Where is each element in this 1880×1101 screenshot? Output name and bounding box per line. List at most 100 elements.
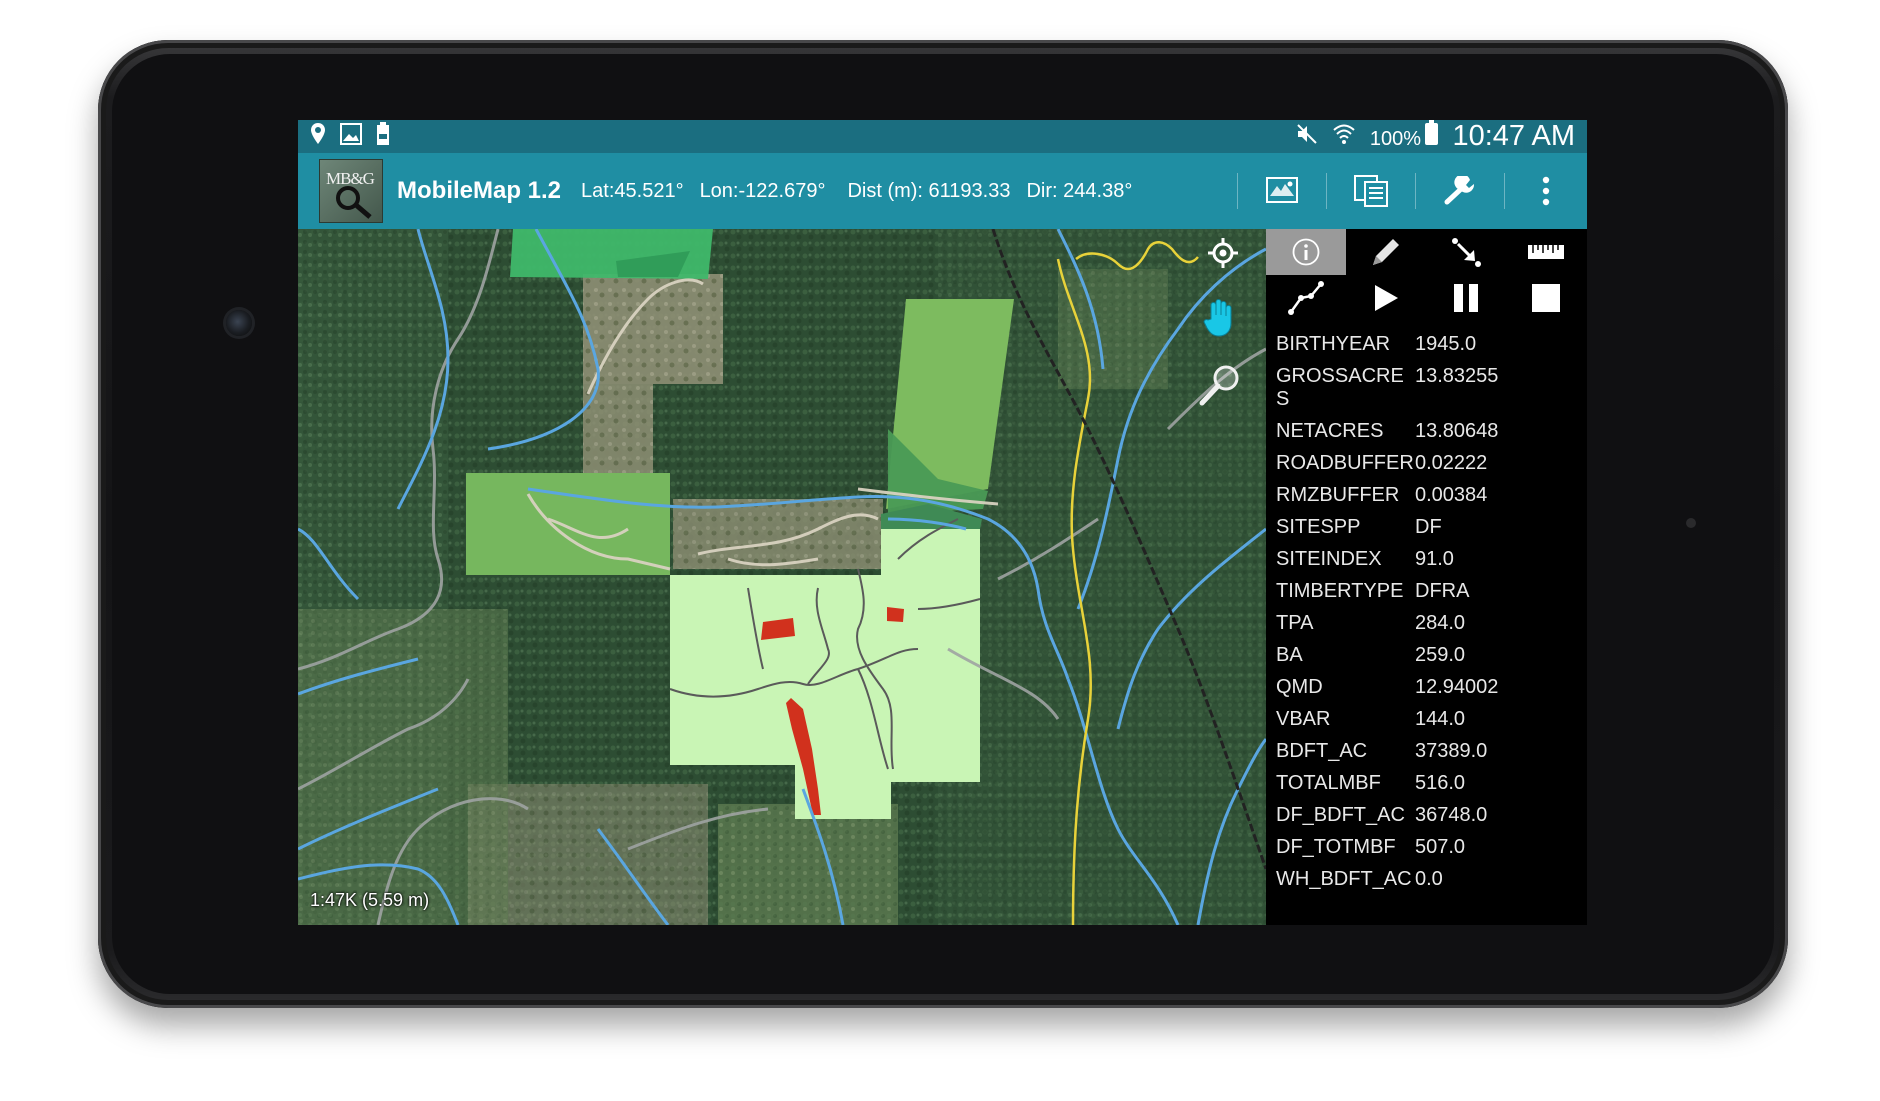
overflow-menu-button[interactable]	[1505, 153, 1587, 229]
status-time: 10:47 AM	[1452, 120, 1575, 152]
polyline-icon	[1288, 281, 1324, 315]
proximity-sensor	[1686, 518, 1696, 528]
attribute-key: SITEINDEX	[1276, 548, 1382, 570]
attribute-key: SITESPP	[1276, 516, 1361, 538]
attribute-row: GROSSACRES 13.83255	[1276, 365, 1587, 411]
distance-readout: Dist (m): 61193.33	[847, 179, 1011, 202]
map-layers-button[interactable]	[1238, 153, 1326, 229]
edit-button[interactable]	[1346, 229, 1426, 275]
longitude-readout: Lon:-122.679°	[699, 179, 826, 202]
attribute-key: BIRTHYEAR	[1276, 333, 1391, 355]
app-logo[interactable]: MB&G	[319, 159, 383, 223]
attribute-value: 12.94002	[1415, 676, 1499, 698]
aerial-imagery	[298, 229, 1266, 925]
pencil-icon	[1373, 239, 1399, 265]
attribute-key: TPA	[1276, 612, 1314, 634]
stop-button[interactable]	[1506, 275, 1586, 321]
attribute-value: 13.83255	[1415, 365, 1499, 387]
gps-target-button[interactable]	[1205, 235, 1241, 271]
attribute-value: 259.0	[1415, 644, 1466, 666]
pause-button[interactable]	[1426, 275, 1506, 321]
status-bar: 100% 10:47 AM	[298, 120, 1587, 153]
pause-icon	[1454, 284, 1478, 312]
play-button[interactable]	[1346, 275, 1426, 321]
attribute-value: 0.00384	[1415, 484, 1488, 506]
overflow-menu-icon	[1542, 176, 1550, 206]
panel-toolbar	[1266, 229, 1587, 321]
arrow-point-icon	[1452, 238, 1481, 267]
attribute-value: DFRA	[1415, 580, 1470, 602]
attribute-key: DF_TOTMBF	[1276, 836, 1396, 858]
attribute-value: DF	[1415, 516, 1442, 538]
attribute-row: SITESPP DF	[1276, 516, 1587, 539]
wrench-icon	[1444, 176, 1475, 205]
attribute-key: TOTALMBF	[1276, 772, 1381, 794]
ruler-icon	[1528, 245, 1564, 259]
latitude-readout: Lat:45.521°	[581, 179, 684, 202]
attribute-key: QMD	[1276, 676, 1323, 698]
play-icon	[1375, 285, 1398, 311]
add-point-button[interactable]	[1426, 229, 1506, 275]
info-icon	[1292, 238, 1320, 266]
attribute-value: 37389.0	[1415, 740, 1488, 762]
tablet-screen: 100% 10:47 AM MB&G MobileMap 1.2 Lat:45.…	[298, 120, 1587, 925]
identify-tool-button[interactable]	[1196, 361, 1244, 409]
attribute-row: BA 259.0	[1276, 644, 1587, 667]
pan-tool-button[interactable]	[1198, 295, 1242, 339]
attribute-row: BIRTHYEAR 1945.0	[1276, 333, 1587, 356]
attribute-value: 91.0	[1415, 548, 1454, 570]
attribute-key: ROADBUFFER	[1276, 452, 1414, 474]
mute-icon	[1296, 123, 1318, 150]
attribute-value: 284.0	[1415, 612, 1466, 634]
info-button[interactable]	[1266, 229, 1346, 275]
direction-readout: Dir: 244.38°	[1026, 179, 1133, 202]
attribute-key: RMZBUFFER	[1276, 484, 1400, 506]
attribute-value: 507.0	[1415, 836, 1466, 858]
status-right-icons: 100% 10:47 AM	[1296, 120, 1575, 153]
attribute-panel: BIRTHYEAR 1945.0 GROSSACRES 13.83255 NETAC…	[1266, 229, 1587, 925]
attribute-row: DF_TOTMBF 507.0	[1276, 836, 1587, 859]
attribute-key: WH_BDFT_AC	[1276, 868, 1412, 890]
attribute-key: BDFT_AC	[1276, 740, 1368, 762]
attribute-value: 36748.0	[1415, 804, 1488, 826]
action-bar: MB&G MobileMap 1.2 Lat:45.521° Lon:-122.…	[298, 153, 1587, 229]
attribute-value: 0.02222	[1415, 452, 1488, 474]
attribute-key: GROSSACRES	[1276, 365, 1404, 410]
attribute-row: BDFT_AC 37389.0	[1276, 740, 1587, 763]
attribute-row: TOTALMBF 516.0	[1276, 772, 1587, 795]
attribute-value: 516.0	[1415, 772, 1466, 794]
attribute-row: VBAR 144.0	[1276, 708, 1587, 731]
attribute-value: 1945.0	[1415, 333, 1477, 355]
map-layers-icon	[1266, 177, 1298, 203]
measure-button[interactable]	[1506, 229, 1586, 275]
status-left-icons	[310, 122, 390, 151]
layer-list-button[interactable]	[1327, 153, 1415, 229]
attribute-row: DF_BDFT_AC 36748.0	[1276, 804, 1587, 827]
pan-hand-icon	[1203, 299, 1232, 337]
attribute-row: NETACRES 13.80648	[1276, 420, 1587, 443]
attribute-row: SITEINDEX 91.0	[1276, 548, 1587, 571]
location-pin-icon	[310, 122, 326, 151]
attribute-value: 13.80648	[1415, 420, 1499, 442]
battery-percent: 100%	[1369, 127, 1422, 150]
map-view[interactable]: 1:47K (5.59 m)	[298, 229, 1266, 925]
map-scale-label: 1:47K (5.59 m)	[310, 890, 430, 910]
attribute-row: TIMBERTYPE DFRA	[1276, 580, 1587, 603]
attribute-row: QMD 12.94002	[1276, 676, 1587, 699]
attribute-row: RMZBUFFER 0.00384	[1276, 484, 1587, 507]
settings-button[interactable]	[1416, 153, 1504, 229]
attribute-key: NETACRES	[1276, 420, 1384, 442]
app-title: MobileMap 1.2	[397, 177, 562, 204]
attribute-row: WH_BDFT_AC 0.0	[1276, 868, 1587, 891]
stop-icon	[1532, 284, 1560, 312]
layer-list-icon	[1354, 175, 1388, 207]
battery-icon	[1425, 120, 1439, 145]
wifi-icon	[1332, 123, 1356, 150]
magnifier-logo-icon	[336, 186, 372, 219]
attribute-key: DF_BDFT_AC	[1276, 804, 1405, 826]
image-icon	[340, 123, 362, 150]
identify-magnifier-icon	[1199, 365, 1239, 406]
attribute-row: TPA 284.0	[1276, 612, 1587, 635]
attribute-key: BA	[1276, 644, 1303, 666]
polyline-button[interactable]	[1266, 275, 1346, 321]
